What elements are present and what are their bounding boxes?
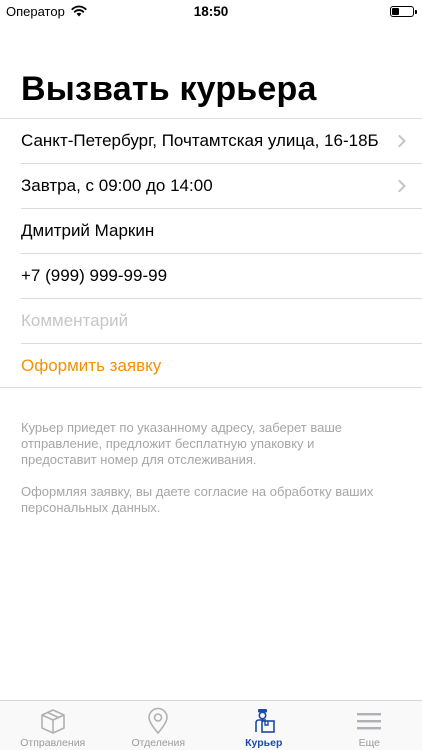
time-slot-row[interactable]: Завтра, с 09:00 до 14:00 [0, 163, 422, 208]
status-bar: Оператор 18:50 [0, 0, 422, 22]
comment-placeholder: Комментарий [21, 310, 129, 330]
page-title: Вызвать курьера [21, 70, 317, 108]
tab-more[interactable]: Еще [317, 701, 422, 750]
comment-field[interactable]: Комментарий [0, 298, 422, 343]
name-value: Дмитрий Маркин [21, 220, 155, 240]
menu-icon [357, 713, 382, 730]
screen: Оператор 18:50 Вызвать курьера Санкт-Пет… [0, 0, 422, 750]
tab-label: Еще [358, 737, 380, 749]
tab-courier[interactable]: Курьер [211, 701, 317, 750]
courier-form: Санкт-Петербург, Почтамтская улица, 16-1… [0, 118, 422, 388]
name-field[interactable]: Дмитрий Маркин [0, 208, 422, 253]
wifi-icon [71, 5, 87, 17]
tab-label: Отделения [131, 737, 186, 749]
battery-icon [390, 5, 417, 17]
address-value: Санкт-Петербург, Почтамтская улица, 16-1… [21, 130, 379, 150]
courier-icon [254, 709, 275, 733]
tab-shipments[interactable]: Отправления [0, 701, 106, 750]
location-pin-icon [148, 707, 169, 735]
status-left: Оператор [6, 4, 87, 19]
consent-note: Оформляя заявку, вы даете согласие на об… [21, 484, 374, 515]
chevron-right-icon [393, 179, 406, 192]
battery-fill [392, 7, 399, 15]
tab-label: Отправления [20, 737, 86, 749]
tab-offices[interactable]: Отделения [106, 701, 212, 750]
chevron-right-icon [393, 134, 406, 147]
address-row[interactable]: Санкт-Петербург, Почтамтская улица, 16-1… [0, 118, 422, 163]
tab-bar: Отправления Отделения Курьер Еще [0, 700, 422, 750]
submit-label: Оформить заявку [21, 355, 162, 375]
box-icon [40, 709, 65, 734]
tab-label: Курьер [245, 737, 283, 749]
courier-info-note: Курьер приедет по указанному адресу, заб… [21, 420, 343, 467]
phone-value: +7 (999) 999-99-99 [21, 265, 168, 285]
carrier-label: Оператор [6, 3, 65, 19]
phone-field[interactable]: +7 (999) 999-99-99 [0, 253, 422, 298]
time-slot-value: Завтра, с 09:00 до 14:00 [21, 175, 213, 195]
submit-button[interactable]: Оформить заявку [0, 343, 422, 388]
